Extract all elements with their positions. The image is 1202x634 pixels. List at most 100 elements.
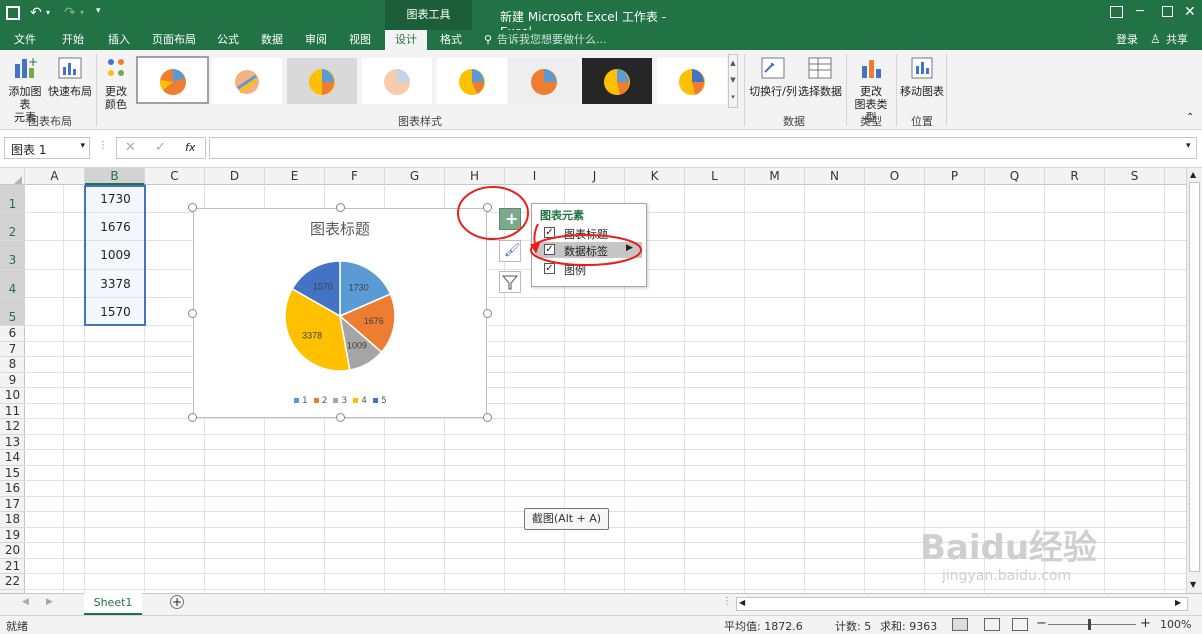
column-header-s[interactable]: S xyxy=(1105,168,1165,185)
move-chart-button[interactable]: 移动图表 xyxy=(900,54,944,98)
resize-handle[interactable] xyxy=(188,309,197,318)
zoom-slider-thumb[interactable] xyxy=(1088,619,1091,630)
resize-handle[interactable] xyxy=(336,203,345,212)
cell-B5[interactable]: 1570 xyxy=(86,305,145,319)
customize-qat-icon[interactable]: ▾ xyxy=(96,6,101,16)
legend-entry-5[interactable]: 5 xyxy=(372,396,387,406)
row-header-5[interactable]: 5 xyxy=(0,297,25,326)
row-header-15[interactable]: 15 xyxy=(0,466,25,481)
restore-icon[interactable] xyxy=(1162,6,1173,17)
page-break-view-icon[interactable] xyxy=(1012,618,1028,631)
row-header-6[interactable]: 6 xyxy=(0,326,25,342)
undo-dropdown-icon[interactable]: ▾ xyxy=(46,8,50,17)
scroll-right-icon[interactable]: ▶ xyxy=(1175,598,1181,607)
chart-style-1[interactable] xyxy=(136,56,209,104)
insert-function-icon[interactable]: fx xyxy=(185,141,195,154)
tab-home[interactable]: 开始 xyxy=(52,30,94,50)
redo-icon[interactable]: ↷ xyxy=(64,5,76,21)
chart-style-4[interactable] xyxy=(362,58,432,104)
resize-handle[interactable] xyxy=(188,203,197,212)
gallery-scroll[interactable]: ▲ ▼ ▾ xyxy=(728,54,738,108)
row-header-14[interactable]: 14 xyxy=(0,450,25,466)
cell-B4[interactable]: 3378 xyxy=(86,277,145,291)
column-header-b[interactable]: B xyxy=(85,168,145,185)
row-header-16[interactable]: 16 xyxy=(0,481,25,497)
row-header-13[interactable]: 13 xyxy=(0,435,25,450)
row-header-10[interactable]: 10 xyxy=(0,388,25,404)
chart-filters-button[interactable] xyxy=(499,271,521,293)
name-box[interactable]: 图表 1 ▾ xyxy=(4,137,90,159)
data-label-5[interactable]: 1570 xyxy=(313,282,333,292)
data-label-4[interactable]: 3378 xyxy=(302,331,322,341)
user-icon[interactable]: ♙ xyxy=(1150,32,1161,46)
tab-insert[interactable]: 插入 xyxy=(98,30,140,50)
column-header-c[interactable]: C xyxy=(145,168,205,185)
next-sheet-icon[interactable]: ▶ xyxy=(46,597,53,607)
cell-B2[interactable]: 1676 xyxy=(86,220,145,234)
expand-formula-icon[interactable]: ▾ xyxy=(1186,141,1191,151)
tab-file[interactable]: 文件 xyxy=(4,30,46,50)
row-header-21[interactable]: 21 xyxy=(0,559,25,574)
legend-entry-1[interactable]: 1 xyxy=(294,396,308,406)
row-header-2[interactable]: 2 xyxy=(0,213,25,242)
column-header-j[interactable]: J xyxy=(565,168,625,185)
enter-icon[interactable]: ✓ xyxy=(155,140,166,155)
column-header-m[interactable]: M xyxy=(745,168,805,185)
legend-entry-2[interactable]: 2 xyxy=(313,396,327,406)
tab-split-icon[interactable]: ⋮ xyxy=(722,596,732,607)
cell-B3[interactable]: 1009 xyxy=(86,248,145,262)
row-header-1[interactable]: 1 xyxy=(0,185,25,214)
column-header-p[interactable]: P xyxy=(925,168,985,185)
tab-format[interactable]: 格式 xyxy=(430,30,472,50)
column-header-f[interactable]: F xyxy=(325,168,385,185)
row-header-20[interactable]: 20 xyxy=(0,543,25,559)
resize-handle[interactable] xyxy=(483,309,492,318)
zoom-in-icon[interactable]: + xyxy=(1140,616,1151,631)
ribbon-display-options-icon[interactable] xyxy=(1110,6,1123,18)
add-sheet-icon[interactable]: + xyxy=(170,595,184,609)
minimize-icon[interactable]: ─ xyxy=(1136,4,1144,19)
row-header-22[interactable]: 22 xyxy=(0,574,25,590)
zoom-out-icon[interactable]: − xyxy=(1036,616,1047,631)
sheet-tab-sheet1[interactable]: Sheet1 xyxy=(84,593,142,615)
cancel-icon[interactable]: ✕ xyxy=(125,140,136,155)
normal-view-icon[interactable] xyxy=(952,618,968,631)
tell-me-box[interactable]: 告诉我您想要做什么... xyxy=(497,30,607,50)
chart-style-7[interactable] xyxy=(582,58,652,104)
tab-view[interactable]: 视图 xyxy=(340,30,380,50)
formula-bar-options-icon[interactable]: ⋮ xyxy=(98,140,108,151)
column-header-d[interactable]: D xyxy=(205,168,265,185)
chart-legend[interactable]: 1 2 3 4 5 xyxy=(294,396,394,408)
tab-design[interactable]: 设计 xyxy=(385,30,427,50)
column-header-a[interactable]: A xyxy=(25,168,85,185)
column-header-o[interactable]: O xyxy=(865,168,925,185)
legend-entry-4[interactable]: 4 xyxy=(353,396,367,406)
resize-handle[interactable] xyxy=(483,413,492,422)
row-header-19[interactable]: 19 xyxy=(0,528,25,543)
data-label-3[interactable]: 1009 xyxy=(347,341,367,351)
change-colors-button[interactable]: 更改 颜色 xyxy=(98,54,134,111)
formula-input[interactable] xyxy=(209,137,1197,159)
horizontal-scrollbar[interactable]: ◀ ▶ xyxy=(736,597,1188,611)
chart-area[interactable]: 图表标题 1730 1676 1009 3378 1570 1 2 3 4 5 xyxy=(193,208,487,418)
column-header-g[interactable]: G xyxy=(385,168,445,185)
switch-row-column-button[interactable]: 切换行/列 xyxy=(748,54,798,98)
scroll-up-icon[interactable]: ▲ xyxy=(1190,170,1196,179)
column-header-q[interactable]: Q xyxy=(985,168,1045,185)
row-header-11[interactable]: 11 xyxy=(0,404,25,419)
cell-B1[interactable]: 1730 xyxy=(86,192,145,206)
scroll-left-icon[interactable]: ◀ xyxy=(739,598,745,607)
save-icon[interactable] xyxy=(6,6,20,20)
chart-style-3[interactable] xyxy=(287,58,357,104)
page-layout-view-icon[interactable] xyxy=(984,618,1000,631)
column-header-h[interactable]: H xyxy=(445,168,505,185)
row-header-4[interactable]: 4 xyxy=(0,269,25,298)
share-button[interactable]: 共享 xyxy=(1162,30,1192,50)
resize-handle[interactable] xyxy=(336,413,345,422)
legend-entry-3[interactable]: 3 xyxy=(333,396,347,406)
tab-review[interactable]: 审阅 xyxy=(296,30,336,50)
row-header-18[interactable]: 18 xyxy=(0,512,25,528)
row-header-17[interactable]: 17 xyxy=(0,497,25,512)
row-header-12[interactable]: 12 xyxy=(0,419,25,435)
column-header-e[interactable]: E xyxy=(265,168,325,185)
